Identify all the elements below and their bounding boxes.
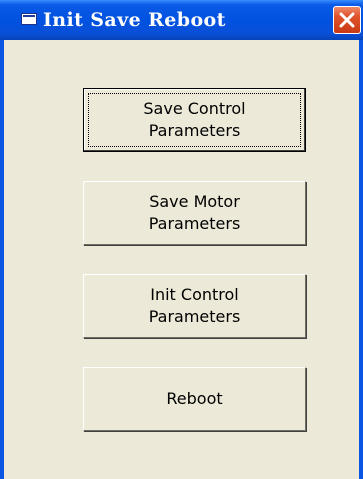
close-x-icon: [339, 12, 355, 28]
dialog-client-area: Save Control Parameters Save Motor Param…: [4, 40, 359, 479]
close-button[interactable]: [333, 6, 361, 34]
reboot-label: Reboot: [166, 389, 223, 408]
init-control-parameters-label: Init Control Parameters: [148, 285, 241, 326]
window-app-icon: [21, 13, 37, 25]
save-motor-parameters-button[interactable]: Save Motor Parameters: [83, 181, 306, 245]
window-title: Init Save Reboot: [43, 9, 226, 31]
init-control-parameters-button[interactable]: Init Control Parameters: [83, 274, 306, 338]
save-control-parameters-label: Save Control Parameters: [143, 99, 246, 140]
save-motor-parameters-label: Save Motor Parameters: [148, 192, 241, 233]
reboot-button[interactable]: Reboot: [83, 367, 306, 431]
save-control-parameters-button[interactable]: Save Control Parameters: [83, 88, 306, 152]
dialog-window: Init Save Reboot Save Control Parameters…: [0, 0, 363, 479]
title-bar[interactable]: Init Save Reboot: [0, 0, 363, 40]
